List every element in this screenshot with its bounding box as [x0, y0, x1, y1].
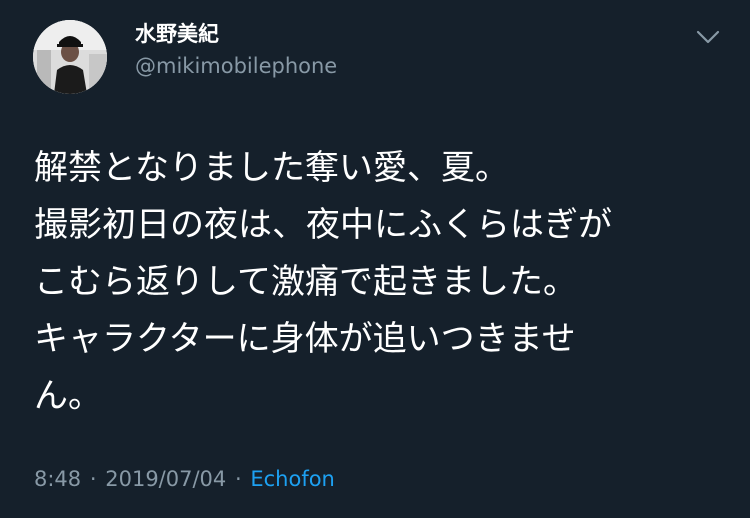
tweet-time: 8:48 [34, 467, 82, 491]
chevron-down-icon[interactable] [693, 26, 723, 48]
tweet-date: 2019/07/04 [105, 467, 227, 491]
avatar-photo [33, 20, 107, 94]
tweet-card: 水野美紀 @mikimobilephone 解禁となりました奪い愛、夏。 撮影初… [0, 0, 750, 518]
tweet-text-line: キャラクターに身体が追いつきませ [34, 319, 576, 359]
avatar[interactable] [33, 20, 107, 94]
meta-separator: · [89, 467, 97, 491]
tweet-text-line: 解禁となりました奪い愛、夏。 [34, 148, 509, 188]
tweet-text-line: こむら返りして激痛で起きました。 [34, 262, 577, 302]
tweet-text-line: ん。 [34, 376, 102, 416]
tweet-meta: 8:48 · 2019/07/04 · Echofon [34, 465, 335, 493]
tweet-source-link[interactable]: Echofon [250, 467, 335, 491]
user-handle[interactable]: @mikimobilephone [135, 52, 337, 80]
display-name[interactable]: 水野美紀 [135, 20, 219, 48]
tweet-text-line: 撮影初日の夜は、夜中にふくらはぎが [34, 205, 612, 245]
tweet-text: 解禁となりました奪い愛、夏。 撮影初日の夜は、夜中にふくらはぎが こむら返りして… [34, 140, 734, 425]
meta-separator: · [234, 467, 242, 491]
